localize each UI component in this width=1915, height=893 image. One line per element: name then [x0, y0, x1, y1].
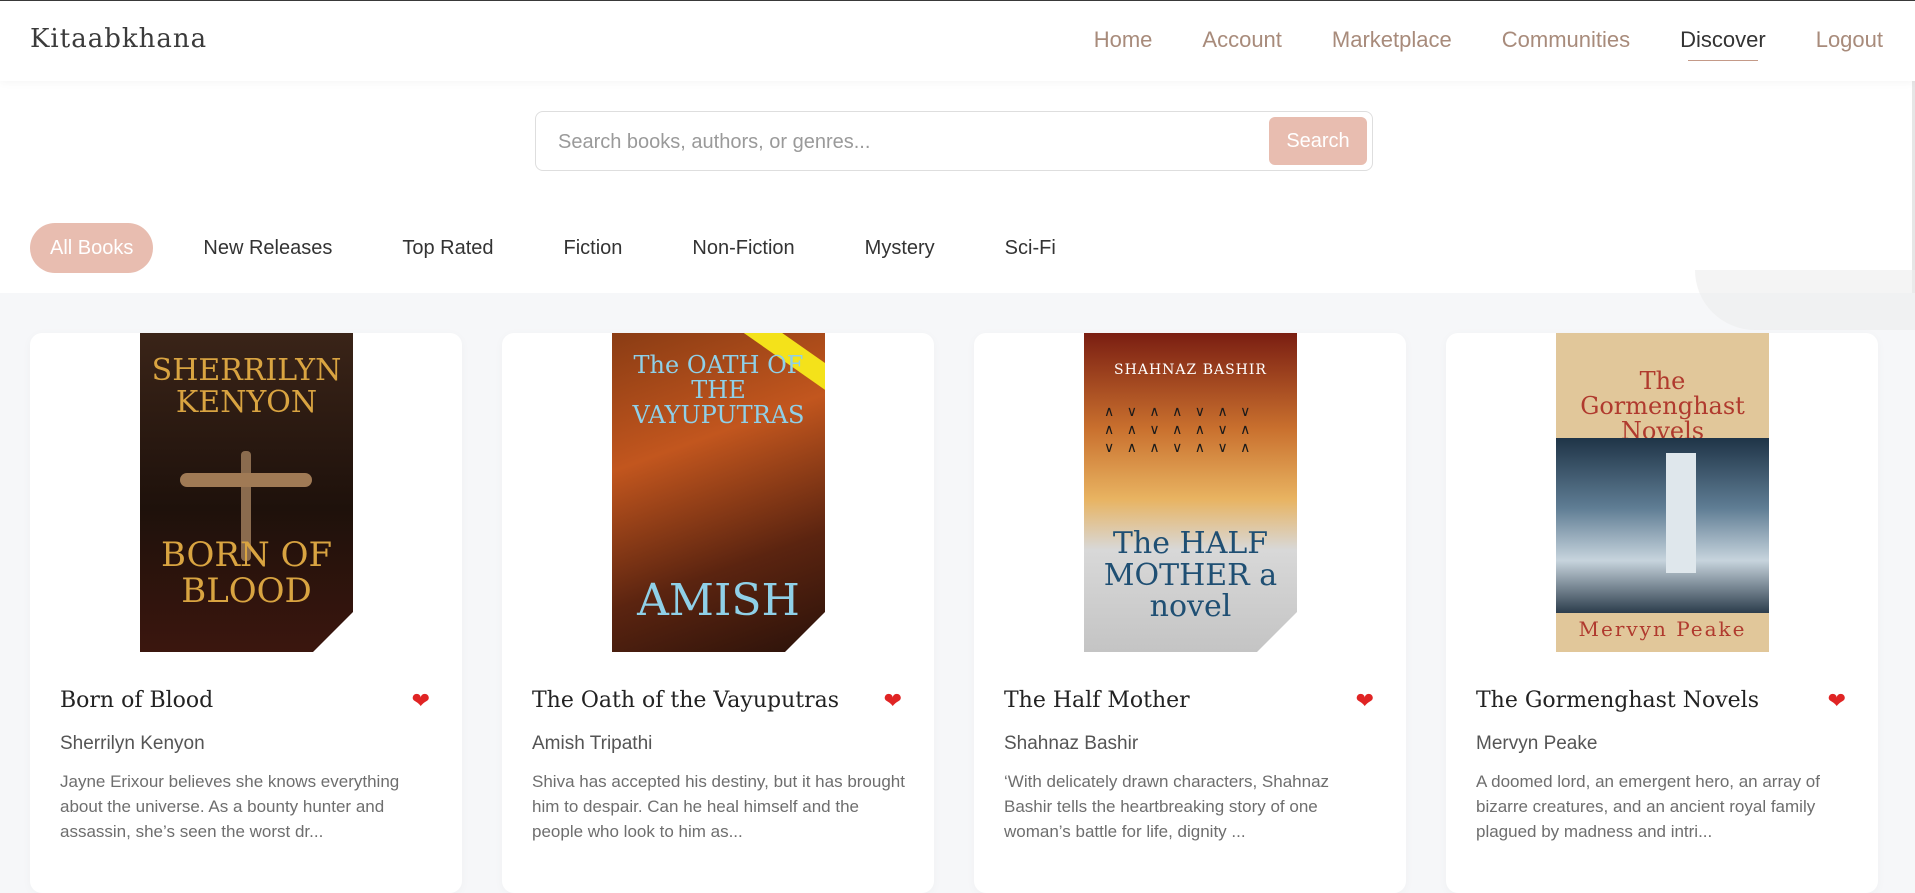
brand-logo[interactable]: Kitaabkhana — [30, 24, 207, 54]
cover-bottom-text: Mervyn Peake — [1578, 617, 1747, 641]
nav-account[interactable]: Account — [1202, 27, 1282, 59]
book-description: Shiva has accepted his destiny, but it h… — [532, 772, 905, 841]
search-input[interactable] — [556, 126, 1260, 158]
book-description: Jayne Erixour believes she knows everyth… — [60, 772, 400, 841]
top-header: Kitaabkhana Home Account Marketplace Com… — [0, 1, 1915, 81]
filter-fiction[interactable]: Fiction — [544, 223, 643, 273]
nav-home[interactable]: Home — [1094, 27, 1153, 59]
book-cover[interactable]: The OATH OF THE VAYUPUTRAS AMISH — [612, 333, 825, 652]
page-curl — [313, 612, 353, 652]
cover-crossguard — [180, 473, 312, 487]
cover-birds: ∧ ∨ ∧ ∧ ∨ ∧ ∨ ∧ ∧ ∨ ∧ ∧ ∨ ∧ ∨ ∧ ∧ ∨ ∧ ∨ … — [1104, 404, 1255, 456]
book-title[interactable]: Born of Blood — [60, 688, 213, 713]
heart-icon[interactable]: ❤ — [1828, 689, 1846, 714]
search-button[interactable]: Search — [1269, 117, 1367, 165]
page-curl — [785, 612, 825, 652]
filter-top-rated[interactable]: Top Rated — [382, 223, 513, 273]
book-cover[interactable]: SHERRILYN KENYON BORN OF BLOOD — [140, 333, 353, 652]
book-card[interactable]: The OATH OF THE VAYUPUTRAS AMISH The Oat… — [502, 333, 934, 893]
heart-icon[interactable]: ❤ — [412, 689, 430, 714]
search-bar: Search — [535, 111, 1373, 171]
book-card[interactable]: The Gormenghast Novels Mervyn Peake The … — [1446, 333, 1878, 893]
nav-discover[interactable]: Discover — [1680, 27, 1766, 61]
book-author: Mervyn Peake — [1476, 733, 1598, 754]
page-curl — [1257, 612, 1297, 652]
heart-icon[interactable]: ❤ — [884, 689, 902, 714]
decorative-swoosh — [1695, 270, 1915, 330]
book-author: Shahnaz Bashir — [1004, 733, 1139, 754]
filter-mystery[interactable]: Mystery — [845, 223, 955, 273]
main-nav: Home Account Marketplace Communities Dis… — [1044, 27, 1883, 61]
book-card[interactable]: SHAHNAZ BASHIR ∧ ∨ ∧ ∧ ∨ ∧ ∨ ∧ ∧ ∨ ∧ ∧ ∨… — [974, 333, 1406, 893]
cover-top-text: SHAHNAZ BASHIR — [1114, 362, 1267, 378]
book-description: A doomed lord, an emergent hero, an arra… — [1476, 772, 1820, 841]
book-card[interactable]: SHERRILYN KENYON BORN OF BLOOD Born of B… — [30, 333, 462, 893]
book-author: Sherrilyn Kenyon — [60, 733, 205, 754]
book-title[interactable]: The Oath of the Vayuputras — [532, 688, 839, 713]
nav-marketplace[interactable]: Marketplace — [1332, 27, 1452, 59]
cover-top-text: The OATH OF THE VAYUPUTRAS — [632, 351, 805, 430]
genre-filters: All Books New Releases Top Rated Fiction… — [30, 223, 1106, 273]
cover-castle-image — [1556, 438, 1769, 613]
cover-top-text: The Gormenghast Novels — [1580, 367, 1745, 446]
cover-tower — [1666, 453, 1696, 573]
filter-sci-fi[interactable]: Sci-Fi — [985, 223, 1076, 273]
filter-all-books[interactable]: All Books — [30, 223, 154, 273]
book-author: Amish Tripathi — [532, 733, 653, 754]
cover-bottom-text: The HALF MOTHER a novel — [1103, 526, 1278, 624]
book-cover[interactable]: The Gormenghast Novels Mervyn Peake — [1556, 333, 1769, 652]
book-description: ‘With delicately drawn characters, Shahn… — [1004, 772, 1330, 841]
book-grid: SHERRILYN KENYON BORN OF BLOOD Born of B… — [30, 333, 1878, 893]
nav-logout[interactable]: Logout — [1816, 27, 1883, 59]
heart-icon[interactable]: ❤ — [1356, 689, 1374, 714]
book-cover[interactable]: SHAHNAZ BASHIR ∧ ∨ ∧ ∧ ∨ ∧ ∨ ∧ ∧ ∨ ∧ ∧ ∨… — [1084, 333, 1297, 652]
book-title[interactable]: The Half Mother — [1004, 688, 1190, 713]
cover-bottom-text: BORN OF BLOOD — [160, 535, 333, 611]
book-title[interactable]: The Gormenghast Novels — [1476, 688, 1759, 713]
nav-communities[interactable]: Communities — [1502, 27, 1630, 59]
filter-new-releases[interactable]: New Releases — [183, 223, 352, 273]
cover-top-text: SHERRILYN KENYON — [151, 353, 342, 420]
filter-non-fiction[interactable]: Non-Fiction — [672, 223, 814, 273]
